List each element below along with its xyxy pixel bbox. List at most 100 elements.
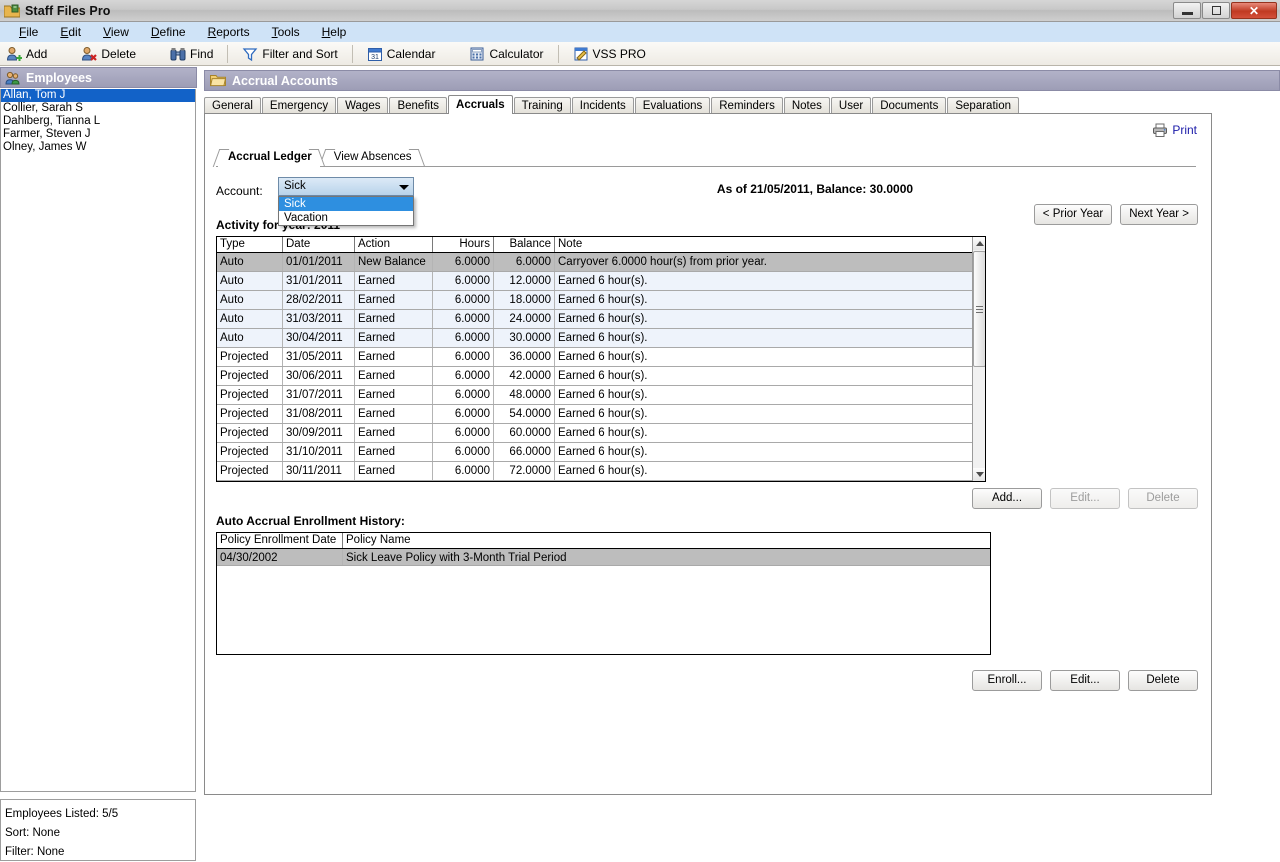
tab-documents[interactable]: Documents: [872, 97, 947, 114]
account-option-vacation[interactable]: Vacation: [279, 211, 413, 225]
maximize-button[interactable]: [1202, 2, 1230, 19]
toolbar-separator-2: [351, 44, 353, 63]
table-row[interactable]: Projected 30/09/2011 Earned 6.0000 60.00…: [217, 424, 985, 443]
column-header-date[interactable]: Date: [283, 237, 355, 252]
table-row[interactable]: 04/30/2002 Sick Leave Policy with 3-Mont…: [217, 549, 990, 566]
column-header-policy-enrollment-date[interactable]: Policy Enrollment Date: [217, 533, 343, 548]
table-row[interactable]: Auto 28/02/2011 Earned 6.0000 18.0000 Ea…: [217, 291, 985, 310]
close-button[interactable]: ✕: [1231, 2, 1277, 19]
table-row[interactable]: Projected 31/10/2011 Earned 6.0000 66.00…: [217, 443, 985, 462]
tab-separation[interactable]: Separation: [947, 97, 1019, 114]
toolbar-calculator-button[interactable]: Calculator: [463, 43, 549, 65]
column-header-type[interactable]: Type: [217, 237, 283, 252]
toolbar-calendar-button[interactable]: 31 Calendar: [361, 43, 442, 65]
print-button[interactable]: Print: [1152, 123, 1197, 137]
toolbar-find-label: Find: [190, 46, 214, 61]
enrollment-delete-button[interactable]: Delete: [1128, 670, 1198, 691]
tab-general[interactable]: General: [204, 97, 261, 114]
table-row[interactable]: Auto 31/01/2011 Earned 6.0000 12.0000 Ea…: [217, 272, 985, 291]
table-row[interactable]: Projected 31/05/2011 Earned 6.0000 36.00…: [217, 348, 985, 367]
accrual-ledger-grid[interactable]: Type Date Action Hours Balance Note Auto…: [216, 236, 986, 482]
subtab-view-absences[interactable]: View Absences: [322, 149, 422, 166]
year-navigation: < Prior Year Next Year >: [1026, 204, 1198, 225]
ledger-action-buttons: Add... Edit... Delete: [964, 488, 1198, 509]
menu-item-view[interactable]: View: [92, 23, 140, 41]
list-item[interactable]: Dahlberg, Tianna L: [1, 115, 195, 128]
employees-list[interactable]: Allan, Tom J Collier, Sarah S Dahlberg, …: [0, 89, 196, 792]
column-header-policy-name[interactable]: Policy Name: [343, 533, 990, 548]
cell-balance: 48.0000: [494, 386, 555, 404]
cell-action: Earned: [355, 310, 433, 328]
tab-training[interactable]: Training: [513, 97, 571, 114]
list-item[interactable]: Farmer, Steven J: [1, 128, 195, 141]
account-selected-value: Sick: [284, 180, 306, 192]
tab-wages[interactable]: Wages: [337, 97, 389, 114]
list-item[interactable]: Collier, Sarah S: [1, 102, 195, 115]
minimize-button[interactable]: [1173, 2, 1201, 19]
menu-item-tools[interactable]: Tools: [261, 23, 311, 41]
menu-item-define[interactable]: Define: [140, 23, 197, 41]
menu-item-edit[interactable]: Edit: [49, 23, 92, 41]
table-row[interactable]: Auto 30/04/2011 Earned 6.0000 30.0000 Ea…: [217, 329, 985, 348]
toolbar-delete-button[interactable]: Delete: [75, 43, 142, 65]
account-option-sick[interactable]: Sick: [279, 197, 413, 211]
account-combobox[interactable]: Sick: [278, 177, 414, 196]
toolbar-vss-pro-button[interactable]: VSS PRO: [567, 43, 652, 65]
prior-year-button[interactable]: < Prior Year: [1033, 204, 1113, 225]
menu-item-reports[interactable]: Reports: [197, 23, 261, 41]
scroll-down-button[interactable]: [973, 468, 985, 481]
ledger-vertical-scrollbar[interactable]: [972, 237, 985, 481]
column-header-balance[interactable]: Balance: [494, 237, 555, 252]
list-item[interactable]: Olney, James W: [1, 141, 195, 154]
chevron-down-icon[interactable]: [399, 185, 409, 190]
column-header-action[interactable]: Action: [355, 237, 433, 252]
scroll-up-button[interactable]: [973, 237, 985, 250]
table-row[interactable]: Projected 31/08/2011 Earned 6.0000 54.00…: [217, 405, 985, 424]
cell-balance: 54.0000: [494, 405, 555, 423]
ledger-subtabs: Accrual Ledger View Absences: [216, 149, 1196, 167]
tab-reminders[interactable]: Reminders: [711, 97, 783, 114]
menu-bar: File Edit View Define Reports Tools Help: [0, 22, 1280, 42]
cell-date: 30/09/2011: [283, 424, 355, 442]
enrollment-edit-button[interactable]: Edit...: [1050, 670, 1120, 691]
scrollbar-thumb[interactable]: [973, 251, 985, 367]
toolbar-separator-3: [557, 44, 559, 63]
table-row[interactable]: Auto 01/01/2011 New Balance 6.0000 6.000…: [217, 253, 985, 272]
triangle-up-icon: [975, 241, 984, 246]
cell-policy-enrollment-date: 04/30/2002: [217, 549, 343, 565]
toolbar-add-button[interactable]: Add: [0, 43, 53, 65]
column-header-hours[interactable]: Hours: [433, 237, 494, 252]
accrual-accounts-header: Accrual Accounts: [204, 70, 1280, 91]
tab-emergency[interactable]: Emergency: [261, 97, 337, 114]
cell-note: Earned 6 hour(s).: [558, 427, 648, 439]
toolbar-filter-sort-button[interactable]: Filter and Sort: [236, 43, 343, 65]
tab-user[interactable]: User: [830, 97, 872, 114]
cell-note: Earned 6 hour(s).: [558, 351, 648, 363]
table-row[interactable]: Projected 30/11/2011 Earned 6.0000 72.00…: [217, 462, 985, 481]
tab-incidents[interactable]: Incidents: [571, 97, 634, 114]
cell-note: Earned 6 hour(s).: [558, 465, 648, 477]
ledger-add-button[interactable]: Add...: [972, 488, 1042, 509]
table-row[interactable]: Projected 30/06/2011 Earned 6.0000 42.00…: [217, 367, 985, 386]
tab-accruals[interactable]: Accruals: [448, 95, 513, 114]
cell-action: Earned: [355, 386, 433, 404]
cell-date: 31/01/2011: [283, 272, 355, 290]
account-dropdown-list[interactable]: Sick Vacation: [278, 196, 414, 226]
subtab-accrual-ledger[interactable]: Accrual Ledger: [216, 149, 322, 167]
enroll-button[interactable]: Enroll...: [972, 670, 1042, 691]
tab-evaluations[interactable]: Evaluations: [634, 97, 711, 114]
enrollment-history-grid[interactable]: Policy Enrollment Date Policy Name 04/30…: [216, 532, 991, 655]
balance-summary: As of 21/05/2011, Balance: 30.0000: [716, 182, 914, 196]
toolbar-find-button[interactable]: Find: [164, 43, 219, 65]
menu-item-help[interactable]: Help: [311, 23, 358, 41]
table-row[interactable]: Auto 31/03/2011 Earned 6.0000 24.0000 Ea…: [217, 310, 985, 329]
list-item[interactable]: Allan, Tom J: [1, 89, 195, 102]
tab-benefits[interactable]: Benefits: [389, 97, 448, 114]
filter-status: Filter: None: [5, 846, 65, 858]
tab-notes[interactable]: Notes: [783, 97, 830, 114]
menu-item-file[interactable]: File: [8, 23, 49, 41]
cell-type: Auto: [217, 291, 283, 309]
next-year-button[interactable]: Next Year >: [1120, 204, 1198, 225]
column-header-note[interactable]: Note: [555, 237, 968, 252]
table-row[interactable]: Projected 31/07/2011 Earned 6.0000 48.00…: [217, 386, 985, 405]
